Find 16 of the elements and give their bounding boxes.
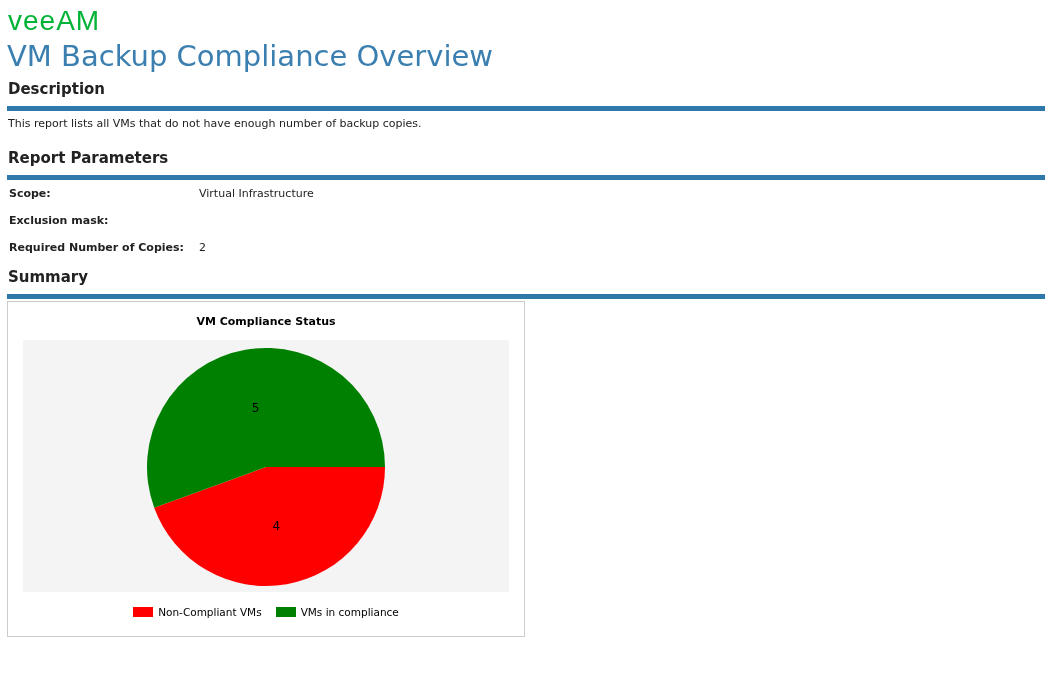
slice-label: 5 [251,401,260,416]
section-heading: Report Parameters [7,149,1045,180]
legend-label: VMs in compliance [300,606,399,618]
chart-title: VM Compliance Status [196,315,336,328]
description-text: This report lists all VMs that do not have enough number of backup copies. [7,116,423,130]
legend-label: Non-Compliant VMs [158,606,262,618]
parameter-value: 2 [199,241,206,254]
parameter-label: Required Number of Copies: [9,241,185,254]
section-heading: Summary [7,268,1045,299]
report-title: VM Backup Compliance Overview [7,38,495,75]
parameter-label: Scope: [9,187,52,200]
section-heading: Description [7,80,1045,111]
parameter-label: Exclusion mask: [9,214,110,227]
slice-label: 4 [272,518,281,533]
logo: veeAM [8,6,101,36]
parameter-value: Virtual Infrastructure [199,187,314,200]
